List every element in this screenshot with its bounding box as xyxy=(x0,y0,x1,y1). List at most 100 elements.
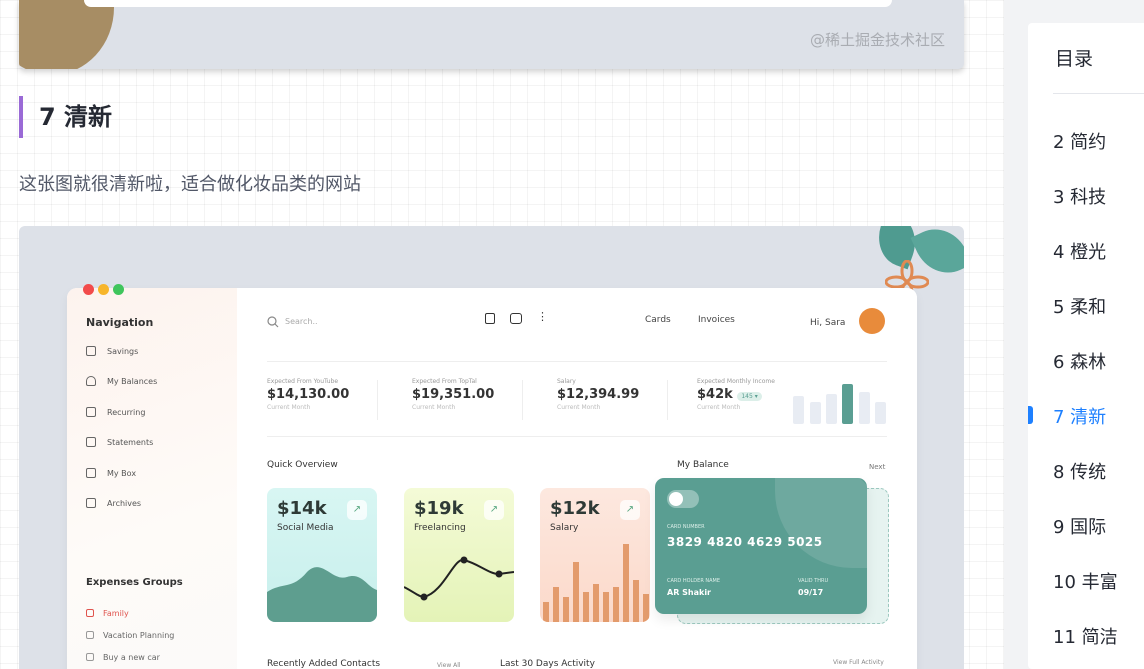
salary-bar-chart xyxy=(543,544,649,622)
card-value: $12k xyxy=(550,498,600,519)
checkbox[interactable] xyxy=(86,609,94,617)
stat-youtube: Expected From YouTube $14,130.00 Current M… xyxy=(267,378,387,411)
nav-item-statements[interactable]: Statements xyxy=(86,434,153,450)
image-edge-bar xyxy=(84,0,892,7)
stat-sub: Current Month xyxy=(267,404,311,411)
card-social-media[interactable]: $14k Social Media ↗ xyxy=(267,488,377,622)
star-icon xyxy=(86,376,96,386)
toc-item[interactable]: 3 科技 xyxy=(1053,183,1106,209)
arrow-icon[interactable]: ↗ xyxy=(620,500,640,520)
nav-item-my-box[interactable]: My Box xyxy=(86,465,136,481)
toc-item[interactable]: 10 丰富 xyxy=(1053,568,1118,594)
search-icon xyxy=(267,316,279,328)
divider xyxy=(267,361,887,362)
stat-value: $19,351.00 xyxy=(412,387,495,402)
toc-title: 目录 xyxy=(1055,48,1094,70)
leaf-decoration xyxy=(775,478,867,568)
card-label: Salary xyxy=(550,523,579,533)
nav-item-archives[interactable]: Archives xyxy=(86,495,141,511)
balance-card[interactable]: CARD NUMBER 3829 4820 4629 5025 CARD HOL… xyxy=(655,478,867,614)
toggle[interactable] xyxy=(667,490,699,508)
watermark: @稀土掘金技术社区 xyxy=(809,31,945,49)
bar xyxy=(875,402,886,424)
decorative-blob xyxy=(19,0,114,69)
toc-item[interactable]: 8 传统 xyxy=(1053,458,1106,484)
toc-item[interactable]: 5 柔和 xyxy=(1053,293,1106,319)
nav-item-savings[interactable]: Savings xyxy=(86,343,138,359)
calendar-icon xyxy=(86,407,96,417)
valid-label: VALID THRU xyxy=(798,578,829,584)
invoices-link[interactable]: Invoices xyxy=(698,315,735,325)
greeting: Hi, Sara xyxy=(810,318,846,328)
toc-item[interactable]: 6 森林 xyxy=(1053,348,1106,374)
note-icon[interactable] xyxy=(485,313,495,324)
stat-badge: 145 ▾ xyxy=(737,392,762,401)
toggle-knob xyxy=(669,492,683,506)
quick-overview-title: Quick Overview xyxy=(267,460,338,470)
nav-item-recurring[interactable]: Recurring xyxy=(86,404,145,420)
nav-label: Statements xyxy=(107,437,154,447)
divider xyxy=(377,380,378,420)
more-icon[interactable]: ⋮ xyxy=(537,311,548,322)
nav-label: Archives xyxy=(107,498,142,508)
nav-label: My Box xyxy=(107,468,137,478)
card-label: Freelancing xyxy=(414,523,466,533)
search-input[interactable]: Search.. xyxy=(285,317,318,326)
dashboard-screenshot-image: Navigation Savings My Balances Recurring… xyxy=(19,226,964,669)
nav-label: Savings xyxy=(107,346,139,356)
stat-value: $14,130.00 xyxy=(267,387,350,402)
nav-label: My Balances xyxy=(107,376,158,386)
valid-date: 09/17 xyxy=(798,588,824,597)
view-all-link[interactable]: View All xyxy=(437,662,461,669)
cards-link[interactable]: Cards xyxy=(645,315,671,325)
stat-salary: Salary $12,394.99 Current Month xyxy=(557,378,677,411)
toc-item-active[interactable]: 7 清新 xyxy=(1053,403,1106,429)
card-freelancing[interactable]: $19k Freelancing ↗ xyxy=(404,488,514,622)
group-label: Buy a new car xyxy=(103,652,160,662)
divider xyxy=(522,380,523,420)
arrow-icon[interactable]: ↗ xyxy=(347,500,367,520)
card-label: Social Media xyxy=(277,523,334,533)
savings-icon xyxy=(86,346,96,356)
toc-item[interactable]: 11 简洁 xyxy=(1053,623,1118,649)
window-maximize-dot xyxy=(113,284,124,295)
card-salary[interactable]: $12k Salary ↗ xyxy=(540,488,650,622)
toc-active-marker xyxy=(1028,406,1033,424)
bar-active xyxy=(842,384,853,424)
divider xyxy=(667,380,668,420)
group-vacation[interactable]: Vacation Planning xyxy=(86,628,174,642)
toc-item[interactable]: 2 简约 xyxy=(1053,128,1106,154)
card-value: $19k xyxy=(414,498,464,519)
line-chart xyxy=(404,556,514,601)
my-balance-title: My Balance xyxy=(677,460,729,470)
box-icon xyxy=(86,468,96,478)
avatar[interactable] xyxy=(859,308,885,334)
expenses-groups-title: Expenses Groups xyxy=(86,577,183,588)
group-car[interactable]: Buy a new car xyxy=(86,650,160,664)
nav-item-my-balances[interactable]: My Balances xyxy=(86,373,157,389)
checkbox[interactable] xyxy=(86,653,94,661)
recent-contacts-title: Recently Added Contacts xyxy=(267,659,381,669)
stat-label: Expected From TopTal xyxy=(412,378,477,385)
toc-item[interactable]: 4 橙光 xyxy=(1053,238,1106,264)
checkbox[interactable] xyxy=(86,631,94,639)
card-number: 3829 4820 4629 5025 xyxy=(667,535,823,549)
article-content: @稀土掘金技术社区 7 清新 这张图就很清新啦，适合做化妆品类的网站 Navig… xyxy=(0,0,1004,669)
next-link[interactable]: Next xyxy=(869,463,885,471)
bar xyxy=(826,394,837,424)
inbox-icon[interactable] xyxy=(510,313,522,324)
group-family[interactable]: Family xyxy=(86,606,129,620)
arrow-icon[interactable]: ↗ xyxy=(484,500,504,520)
toc-item[interactable]: 9 国际 xyxy=(1053,513,1106,539)
group-label: Family xyxy=(103,608,129,618)
table-of-contents: 目录 2 简约 3 科技 4 橙光 5 柔和 6 森林 7 清新 8 传统 9 … xyxy=(1028,23,1144,669)
stat-value: $12,394.99 xyxy=(557,387,640,402)
document-icon xyxy=(86,437,96,447)
stat-sub: Current Month xyxy=(412,404,456,411)
bar xyxy=(810,402,821,424)
view-full-activity-link[interactable]: View Full Activity xyxy=(833,659,884,666)
window-minimize-dot xyxy=(98,284,109,295)
dashboard-sidebar: Navigation Savings My Balances Recurring… xyxy=(67,288,237,669)
navigation-title: Navigation xyxy=(86,316,154,329)
nav-label: Recurring xyxy=(107,407,146,417)
